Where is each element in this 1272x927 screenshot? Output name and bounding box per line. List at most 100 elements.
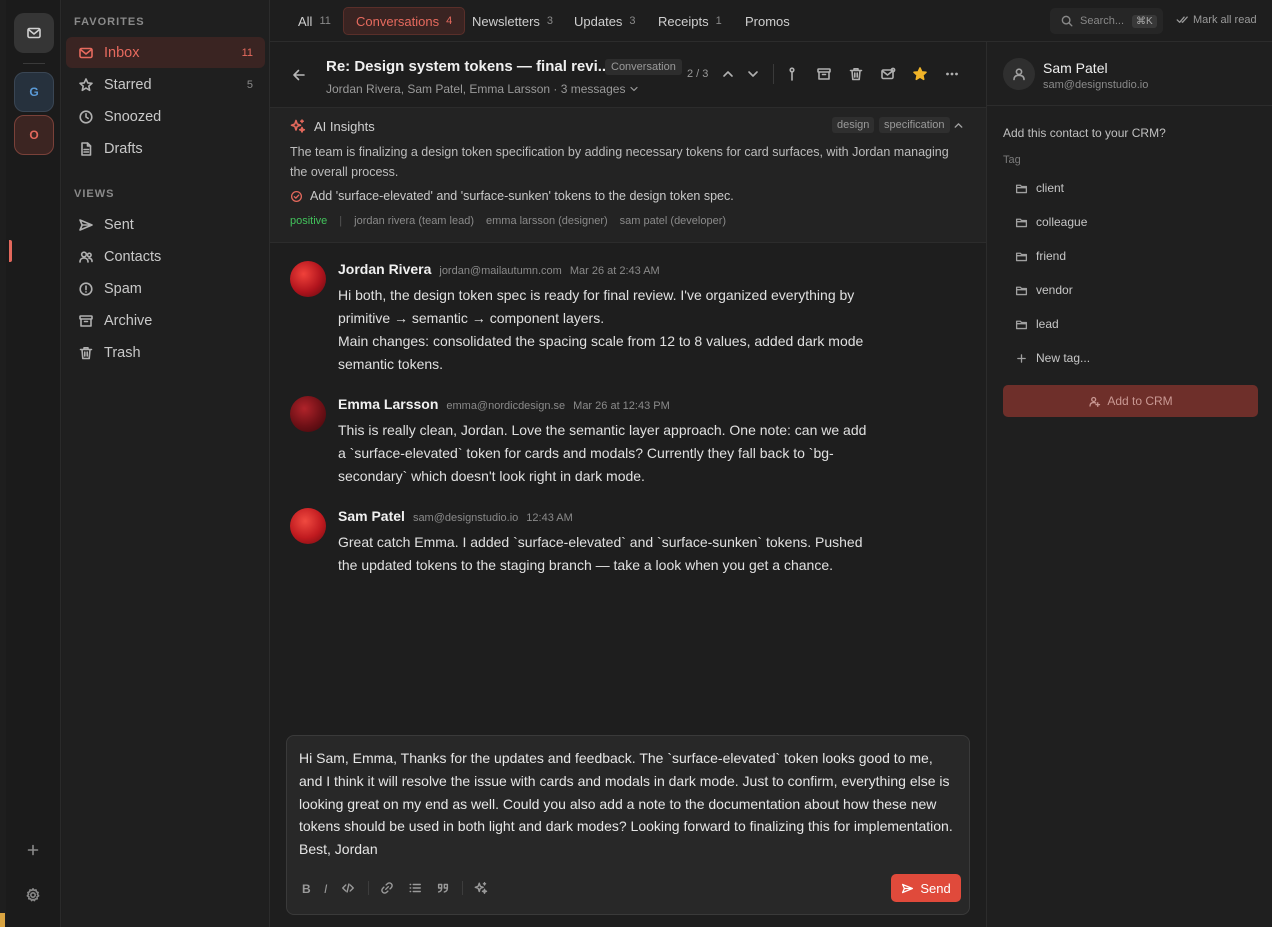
mail-app-button[interactable]	[14, 13, 54, 53]
add-to-crm-button[interactable]: Add to CRM	[1003, 385, 1258, 417]
reply-textarea[interactable]: Hi Sam, Emma, Thanks for the updates and…	[299, 747, 959, 861]
sidebar-item-snoozed[interactable]: Snoozed	[66, 101, 265, 132]
ai-insights-panel: AI Insights design specification The tea…	[270, 108, 986, 243]
action-item-text: Add 'surface-elevated' and 'surface-sunk…	[310, 189, 734, 203]
quote-button[interactable]	[436, 881, 450, 895]
italic-button[interactable]: I	[324, 882, 327, 896]
avatar[interactable]	[290, 396, 326, 432]
pin-button[interactable]	[784, 66, 800, 82]
sender-email: sam@designstudio.io	[412, 512, 519, 524]
add-account-button[interactable]	[25, 842, 41, 858]
archive-button[interactable]	[816, 66, 832, 82]
mail-dot-icon	[881, 67, 896, 80]
tag-option-friend[interactable]: friend	[1015, 249, 1066, 263]
avatar[interactable]	[290, 508, 326, 544]
mark-unread-button[interactable]	[880, 66, 896, 82]
person-role: sam patel (developer)	[619, 215, 727, 227]
clock-icon	[79, 109, 93, 124]
tag-label: Tag	[1003, 154, 1021, 166]
message-body: This is really clean, Jordan. Love the s…	[338, 422, 867, 484]
message-body: Hi both, the design token spec is ready …	[338, 287, 864, 372]
search-icon	[1061, 15, 1073, 27]
ai-assist-button[interactable]	[474, 881, 488, 895]
meta-separator: |	[339, 215, 343, 227]
archive-icon	[817, 68, 831, 80]
send-button[interactable]: Send	[891, 874, 961, 902]
ai-action-item[interactable]: Add 'surface-elevated' and 'surface-sunk…	[290, 189, 734, 203]
sidebar-item-drafts[interactable]: Drafts	[66, 133, 265, 164]
sidebar-item-sent[interactable]: Sent	[66, 209, 265, 240]
sidebar-item-contacts[interactable]: Contacts	[66, 241, 265, 272]
ai-meta: positive | jordan rivera (team lead) emm…	[290, 215, 738, 227]
account-rail: G O	[6, 0, 61, 927]
settings-button[interactable]	[25, 887, 41, 903]
back-button[interactable]	[291, 67, 307, 83]
message-header: Sam Patel sam@designstudio.io 12:43 AM	[338, 508, 573, 524]
folder-icon	[1015, 184, 1028, 193]
sidebar-item-inbox[interactable]: Inbox 11	[66, 37, 265, 68]
chevron-down-icon	[748, 71, 758, 77]
account-o-button[interactable]: O	[9, 115, 54, 262]
mark-all-read-button[interactable]: Mark all read	[1176, 13, 1257, 26]
star-button[interactable]	[912, 66, 928, 82]
sidebar-item-label: Spam	[104, 280, 142, 297]
thread-participants-toggle[interactable]: Jordan Rivera, Sam Patel, Emma Larsson ·…	[326, 82, 640, 96]
list-button[interactable]	[408, 881, 422, 895]
alert-icon	[79, 281, 93, 296]
tag-option-vendor[interactable]: vendor	[1015, 283, 1073, 297]
sidebar-item-starred[interactable]: Starred 5	[66, 69, 265, 100]
message-time: 12:43 AM	[526, 512, 573, 524]
unread-count: 11	[241, 46, 253, 59]
toolbar-divider	[368, 881, 369, 895]
sidebar-item-label: Sent	[104, 216, 134, 233]
message-header: Jordan Rivera jordan@mailautumn.com Mar …	[338, 261, 660, 277]
bold-button[interactable]: B	[302, 882, 311, 896]
message-body: Great catch Emma. I added `surface-eleva…	[338, 534, 863, 573]
link-button[interactable]	[380, 881, 394, 895]
tag-option-lead[interactable]: lead	[1015, 317, 1059, 331]
sidebar-item-label: Archive	[104, 312, 153, 329]
sender-name[interactable]: Sam Patel	[338, 508, 405, 524]
arrow-left-icon	[293, 69, 305, 81]
delete-button[interactable]	[848, 66, 864, 82]
tab-receipts[interactable]: Receipts 1	[646, 7, 734, 35]
header-divider	[773, 64, 774, 84]
code-button[interactable]	[341, 881, 355, 895]
toolbar-divider	[462, 881, 463, 895]
sidebar-item-trash[interactable]: Trash	[66, 337, 265, 368]
more-options-button[interactable]	[944, 66, 960, 82]
sidebar-item-spam[interactable]: Spam	[66, 273, 265, 304]
collapse-insights-button[interactable]	[952, 119, 965, 132]
sidebar-item-label: Starred	[104, 76, 152, 93]
tab-promos[interactable]: Promos	[733, 7, 802, 35]
thread-subject: Re: Design system tokens — final revi...	[326, 58, 611, 75]
views-heading: VIEWS	[74, 188, 115, 200]
sender-name[interactable]: Jordan Rivera	[338, 261, 431, 277]
ai-insights-title: AI Insights	[290, 118, 375, 134]
tag-option-colleague[interactable]: colleague	[1015, 215, 1087, 229]
next-thread-button[interactable]	[745, 66, 761, 82]
search-input[interactable]: Search... ⌘K	[1050, 8, 1163, 34]
reply-composer[interactable]: Hi Sam, Emma, Thanks for the updates and…	[286, 735, 970, 915]
contact-email: sam@designstudio.io	[1043, 79, 1149, 91]
search-placeholder: Search...	[1080, 15, 1125, 27]
star-icon	[79, 77, 93, 91]
tab-updates[interactable]: Updates 3	[562, 7, 648, 35]
tag-option-client[interactable]: client	[1015, 181, 1064, 195]
corner-marker	[0, 913, 5, 927]
new-tag-button[interactable]: New tag...	[1015, 351, 1090, 365]
avatar[interactable]	[290, 261, 326, 297]
thread-pager: 2 / 3	[687, 68, 709, 80]
person-role: jordan rivera (team lead)	[354, 215, 474, 227]
quote-icon	[437, 883, 449, 893]
folder-icon	[1015, 320, 1028, 329]
tab-newsletters[interactable]: Newsletters 3	[460, 7, 565, 35]
chevron-up-icon	[954, 123, 963, 128]
account-g-button[interactable]: G	[14, 72, 54, 112]
tab-conversations[interactable]: Conversations 4	[343, 7, 466, 35]
sender-name[interactable]: Emma Larsson	[338, 396, 438, 412]
previous-thread-button[interactable]	[720, 66, 736, 82]
active-account-indicator	[9, 240, 12, 262]
sidebar-item-archive[interactable]: Archive	[66, 305, 265, 336]
tab-all[interactable]: All 11	[286, 7, 343, 35]
